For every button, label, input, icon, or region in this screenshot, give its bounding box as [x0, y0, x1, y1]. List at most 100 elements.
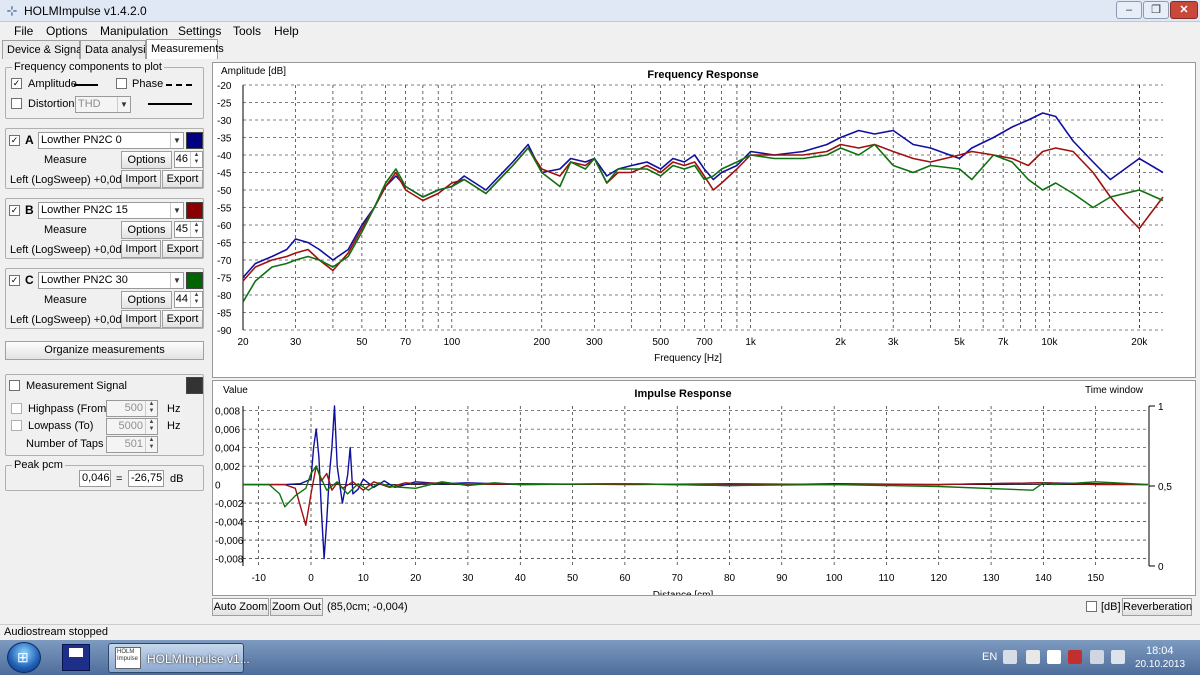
measurement-a-measure-label: Measure: [44, 154, 87, 166]
measurement-a-count-stepper[interactable]: 46 ▲ ▼: [174, 151, 203, 168]
reverberation-button[interactable]: Reverberation: [1122, 598, 1192, 616]
status-text: Audiostream stopped: [4, 626, 108, 638]
menu-settings[interactable]: Settings: [178, 24, 221, 38]
language-indicator[interactable]: EN: [982, 651, 997, 663]
network-icon[interactable]: [1090, 650, 1104, 664]
measurement-c-export-button[interactable]: Export: [162, 310, 203, 328]
keyboard-icon[interactable]: [1003, 650, 1017, 664]
fr-title: Frequency Response: [647, 69, 758, 81]
ir-y-tick-label: 0,006: [215, 425, 240, 436]
ir-right-tick-label: 0: [1158, 562, 1164, 573]
measurement-c-count-stepper[interactable]: 44 ▲ ▼: [174, 291, 203, 308]
tab-device-signal[interactable]: Device & Signal: [2, 40, 85, 59]
distortion-type-select[interactable]: THD ▼: [75, 96, 131, 113]
ir-x-tick-label: 80: [724, 573, 736, 584]
measurement-b-import-button[interactable]: Import: [121, 240, 161, 258]
minimize-button[interactable]: –: [1116, 1, 1142, 19]
fr-x-tick-label: 70: [400, 337, 412, 348]
tab-data-analysis[interactable]: Data analysis: [80, 40, 151, 59]
menu-manipulation[interactable]: Manipulation: [100, 24, 168, 38]
taps-stepper[interactable]: 501 ▲ ▼: [106, 436, 158, 453]
distortion-checkbox[interactable]: [11, 98, 22, 109]
measurement-a-export-button[interactable]: Export: [162, 170, 203, 188]
chevron-down-icon: ▼: [170, 133, 183, 148]
lowpass-checkbox[interactable]: [11, 420, 22, 431]
windows-logo-icon: ⊞: [7, 642, 41, 673]
ir-y-tick-label: -0,006: [215, 536, 244, 547]
measurement-a-options-button[interactable]: Options: [121, 151, 172, 169]
measurement-b-checkbox[interactable]: ✓: [9, 205, 20, 216]
spin-arrows-icon[interactable]: ▲ ▼: [190, 222, 202, 237]
frequency-response-chart[interactable]: Amplitude [dB] Frequency Response -20 -25 -3…: [213, 63, 1195, 377]
start-button[interactable]: ⊞: [2, 640, 48, 675]
auto-zoom-button[interactable]: Auto Zoom: [212, 598, 269, 616]
fr-x-tick-label: 300: [586, 337, 603, 348]
fr-y-tick-label: -25: [217, 99, 232, 110]
ir-title: Impulse Response: [634, 388, 731, 400]
measurement-b-export-button[interactable]: Export: [162, 240, 203, 258]
ir-y-tick-label: 0,004: [215, 444, 240, 455]
spin-arrows-icon[interactable]: ▲ ▼: [145, 401, 157, 416]
measurement-c-letter: C: [25, 273, 34, 287]
zoom-out-button[interactable]: Zoom Out: [270, 598, 323, 616]
printer-icon[interactable]: [1026, 650, 1040, 664]
measurement-b-count-stepper[interactable]: 45 ▲ ▼: [174, 221, 203, 238]
phase-checkbox[interactable]: [116, 78, 127, 89]
impulse-response-chart[interactable]: Value Impulse Response Time window-10 0 10 20…: [213, 381, 1195, 595]
peak-db-field: -26,75: [128, 470, 164, 487]
lowpass-value: 5000: [118, 420, 143, 432]
measurement-a-import-button[interactable]: Import: [121, 170, 161, 188]
measurement-c-select[interactable]: Lowther PN2C 30 ▼: [38, 272, 184, 289]
volume-icon[interactable]: [1111, 650, 1125, 664]
measurement-c-color-swatch[interactable]: [186, 272, 203, 289]
ir-right-axis-label: Time window: [1085, 385, 1144, 396]
highpass-checkbox[interactable]: [11, 403, 22, 414]
organize-measurements-button[interactable]: Organize measurements: [5, 341, 204, 360]
impulse-response-panel[interactable]: Value Impulse Response Time window -10 0 10 20…: [212, 380, 1196, 596]
menu-file[interactable]: File: [14, 24, 33, 38]
maximize-button[interactable]: ❐: [1143, 1, 1169, 19]
lowpass-stepper[interactable]: 5000 ▲ ▼: [106, 418, 158, 435]
measurement-b-color-swatch[interactable]: [186, 202, 203, 219]
measurement-a-color-swatch[interactable]: [186, 132, 203, 149]
measurement-a-checkbox[interactable]: ✓: [9, 135, 20, 146]
security-icon[interactable]: [1068, 650, 1082, 664]
menu-options[interactable]: Options: [46, 24, 87, 38]
ir-x-tick-label: 40: [515, 573, 527, 584]
tab-measurements[interactable]: Measurements: [146, 39, 224, 59]
spin-arrows-icon[interactable]: ▲ ▼: [190, 292, 202, 307]
measurement-c-checkbox[interactable]: ✓: [9, 275, 20, 286]
spin-arrows-icon[interactable]: ▲ ▼: [145, 419, 157, 434]
app-thumbnail: HOLM Impulse: [115, 647, 141, 669]
measurement-b-options-button[interactable]: Options: [121, 221, 172, 239]
measurement-c-options-button[interactable]: Options: [121, 291, 172, 309]
save-disk-icon[interactable]: [62, 644, 90, 671]
ir-x-tick-label: 50: [567, 573, 579, 584]
taps-value: 501: [124, 438, 143, 450]
spin-arrows-icon[interactable]: ▲ ▼: [145, 437, 157, 452]
frequency-response-panel[interactable]: Amplitude [dB] Frequency Response -20 -25 -3…: [212, 62, 1196, 378]
measurement-signal-checkbox[interactable]: [9, 380, 20, 391]
distortion-label: Distortion: [28, 98, 75, 110]
fr-y-tick-label: -80: [217, 291, 232, 302]
amplitude-checkbox[interactable]: ✓: [11, 78, 22, 89]
measurement-a-select[interactable]: Lowther PN2C 0 ▼: [38, 132, 184, 149]
spin-arrows-icon[interactable]: ▲ ▼: [190, 152, 202, 167]
db-checkbox[interactable]: [1086, 601, 1097, 612]
measurement-b-select[interactable]: Lowther PN2C 15 ▼: [38, 202, 184, 219]
fr-y-tick-label: -60: [217, 221, 232, 232]
flag-icon[interactable]: [1047, 650, 1061, 664]
app-icon: ⊹: [6, 3, 18, 18]
measurement-c-import-button[interactable]: Import: [121, 310, 161, 328]
fr-y-tick-label: -50: [217, 186, 232, 197]
measurement-signal-color-swatch[interactable]: [186, 377, 203, 394]
fr-y-tick-label: -30: [217, 116, 232, 127]
close-button[interactable]: ✕: [1170, 1, 1198, 19]
menu-tools[interactable]: Tools: [233, 24, 261, 38]
phase-line-sample: [166, 84, 192, 86]
highpass-stepper[interactable]: 500 ▲ ▼: [106, 400, 158, 417]
menu-help[interactable]: Help: [274, 24, 299, 38]
lowpass-label: Lowpass (To): [28, 420, 94, 432]
taskbar-app-button[interactable]: HOLM Impulse HOLMImpulse v1...: [108, 643, 250, 673]
ir-y-tick-label: 0,008: [215, 407, 240, 418]
